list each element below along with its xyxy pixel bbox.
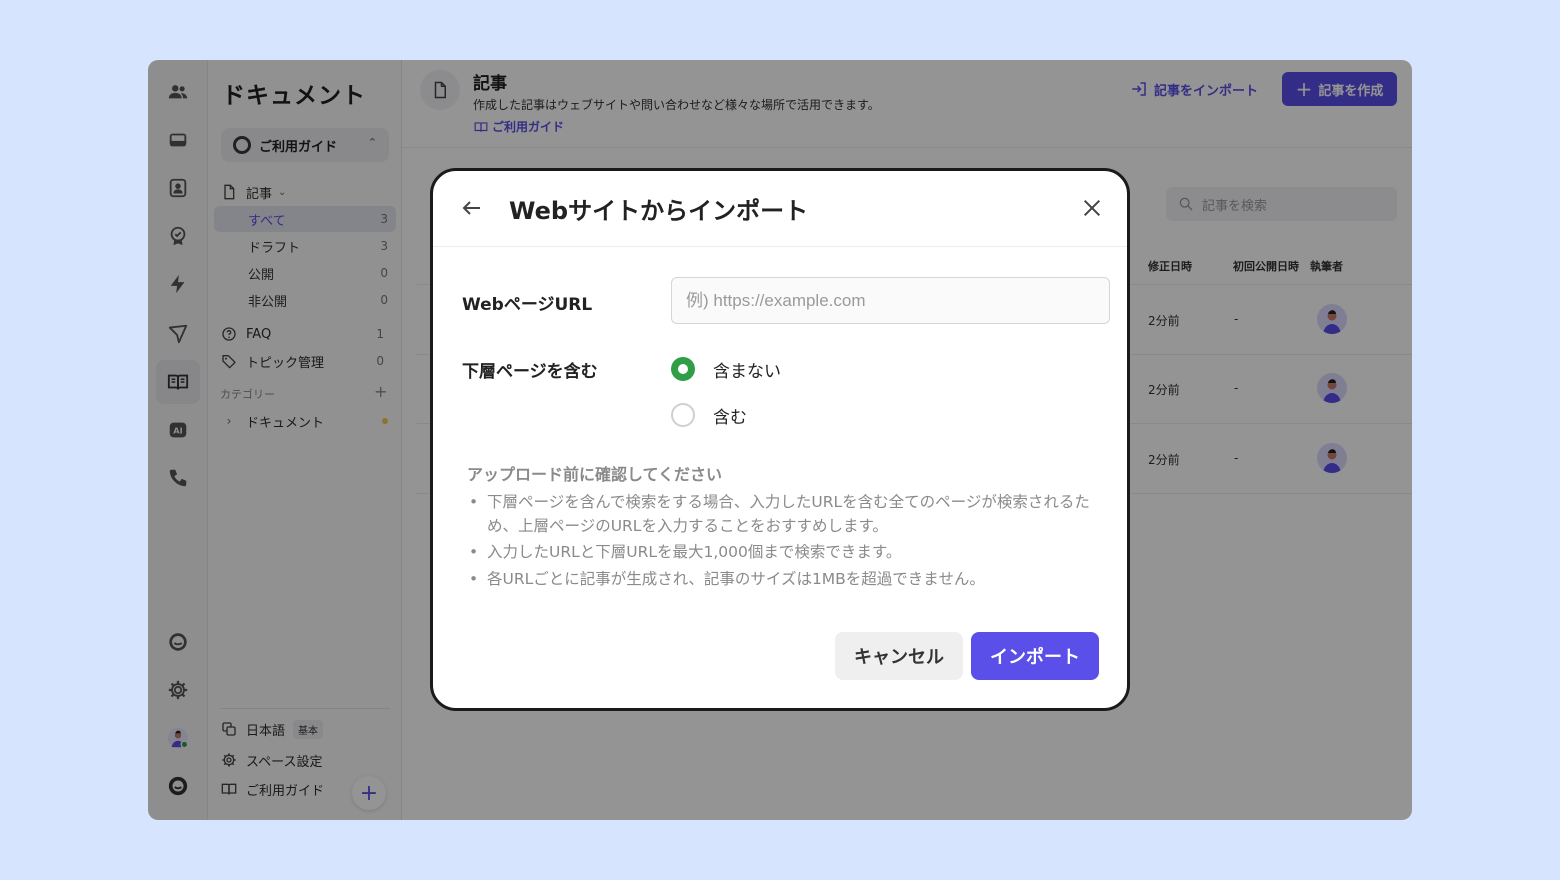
radio-option-exclude[interactable]: 含まない bbox=[671, 355, 781, 383]
list-item: 入力したURLと下層URLを最大1,000個まで検索できます。 bbox=[467, 541, 1117, 565]
radio-label: 含む bbox=[713, 407, 747, 428]
radio-button[interactable] bbox=[671, 403, 695, 427]
notes-list: 下層ページを含んで検索をする場合、入力したURLを含む全てのページが検索されるた… bbox=[467, 491, 1117, 594]
close-button[interactable] bbox=[1077, 193, 1107, 223]
back-button[interactable] bbox=[457, 193, 487, 223]
dialog-header: Webサイトからインポート bbox=[433, 171, 1127, 247]
import-button[interactable]: インポート bbox=[971, 632, 1099, 680]
radio-button-checked[interactable] bbox=[671, 357, 695, 381]
radio-option-include[interactable]: 含む bbox=[671, 401, 747, 429]
list-item: 下層ページを含んで検索をする場合、入力したURLを含む全てのページが検索されるた… bbox=[467, 491, 1117, 538]
import-website-dialog: Webサイトからインポート WebページURL 下層ページを含む 含まない 含む… bbox=[430, 168, 1130, 711]
close-icon bbox=[1083, 199, 1101, 217]
subpages-field-label: 下層ページを含む bbox=[462, 362, 598, 382]
url-field-label: WebページURL bbox=[462, 295, 593, 315]
url-input[interactable] bbox=[671, 277, 1110, 324]
cancel-button[interactable]: キャンセル bbox=[835, 632, 963, 680]
radio-label: 含まない bbox=[713, 361, 781, 382]
notes-heading: アップロード前に確認してください bbox=[467, 465, 723, 484]
dialog-title: Webサイトからインポート bbox=[509, 197, 809, 225]
arrow-left-icon bbox=[462, 201, 480, 215]
list-item: 各URLごとに記事が生成され、記事のサイズは1MBを超過できません。 bbox=[467, 568, 1117, 592]
